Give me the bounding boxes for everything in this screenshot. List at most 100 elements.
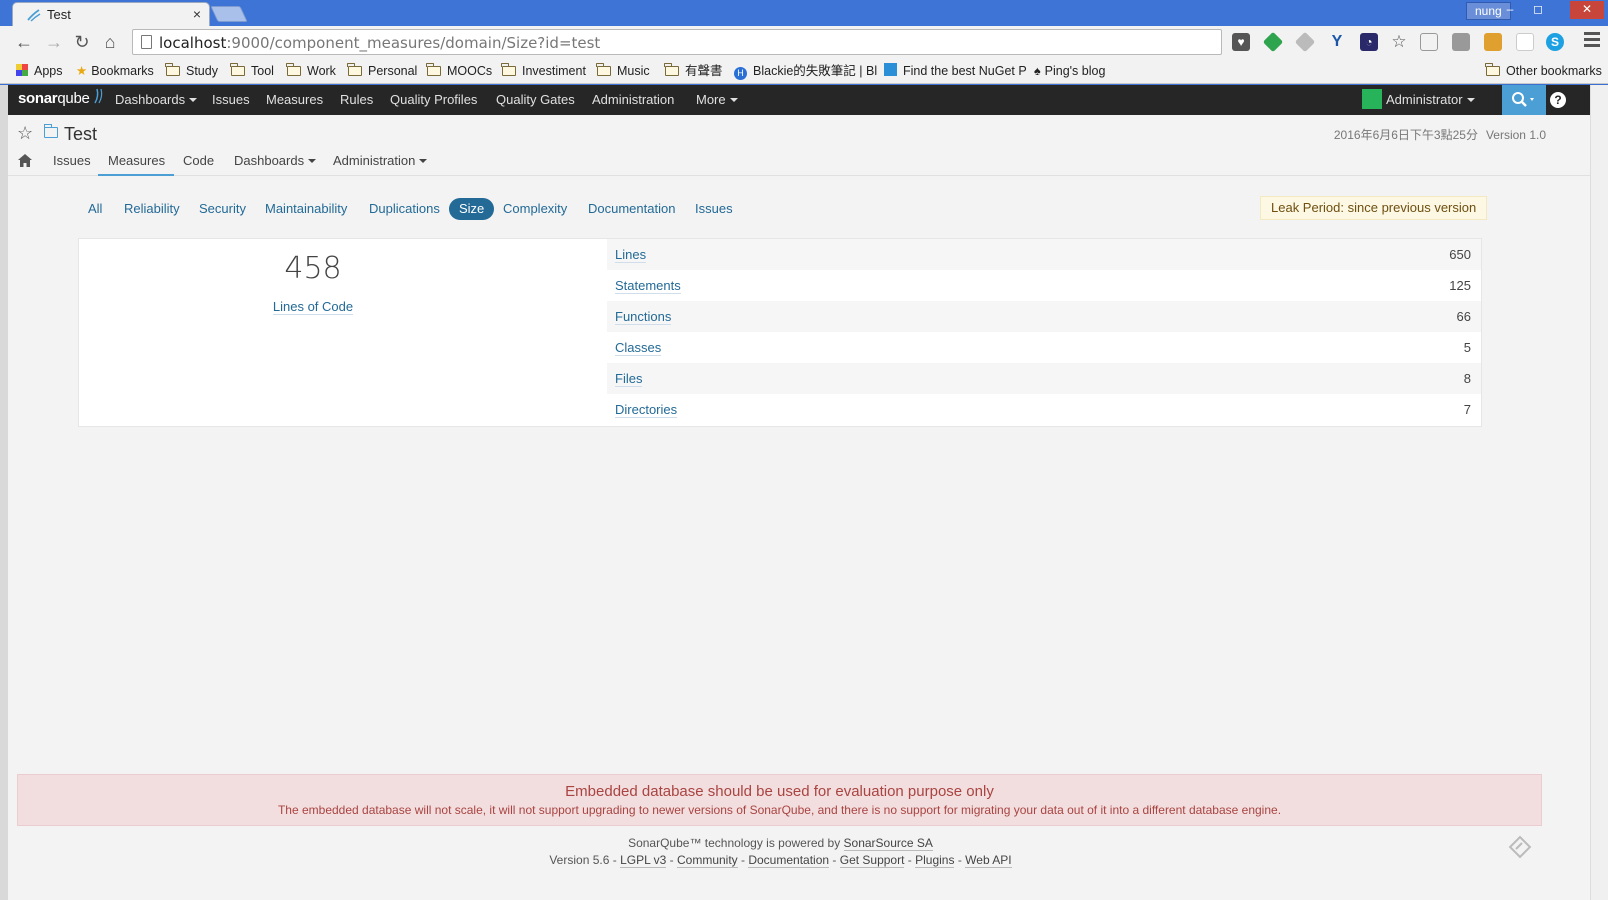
browser-tab[interactable]: Test × — [12, 2, 210, 26]
domain-security[interactable]: Security — [199, 198, 246, 220]
bookmark-folder-investiment[interactable]: Investiment — [501, 62, 586, 80]
nav-rules[interactable]: Rules — [340, 92, 373, 107]
footer-link-license[interactable]: LGPL v3 — [620, 853, 667, 868]
nav-quality-gates[interactable]: Quality Gates — [496, 92, 575, 107]
domain-documentation[interactable]: Documentation — [588, 198, 675, 220]
measure-label-statements[interactable]: Statements — [615, 270, 681, 301]
sonarsource-link[interactable]: SonarSource SA — [843, 836, 933, 851]
bookmark-folder-personal[interactable]: Personal — [347, 62, 417, 80]
reader-icon[interactable] — [1452, 33, 1470, 51]
tab-dashboards[interactable]: Dashboards — [234, 153, 317, 168]
sonarqube-favicon-icon — [27, 9, 41, 22]
close-window-icon[interactable]: ✕ — [1570, 1, 1604, 19]
tab-code[interactable]: Code — [183, 153, 214, 168]
sonarqube-global-nav: sonarqube Dashboards Issues Measures Rul… — [8, 85, 1590, 115]
bookmark-apps[interactable]: Apps — [16, 62, 63, 80]
measure-row-functions: Functions 66 — [607, 301, 1481, 332]
home-icon[interactable] — [18, 154, 32, 167]
back-arrow-icon[interactable]: ← — [12, 30, 36, 54]
bookmark-star-icon[interactable]: ☆ — [1390, 33, 1408, 51]
tab-measures[interactable]: Measures — [98, 153, 175, 176]
domain-reliability[interactable]: Reliability — [124, 198, 180, 220]
warning-text: The embedded database will not scale, it… — [277, 803, 1282, 817]
measure-label-classes[interactable]: Classes — [615, 332, 662, 363]
ymail-icon[interactable]: Y — [1328, 33, 1346, 51]
nav-measures[interactable]: Measures — [266, 92, 323, 107]
nav-issues[interactable]: Issues — [212, 92, 250, 107]
bookmark-folder-audiobooks[interactable]: 有聲書 — [664, 62, 723, 80]
extension-diamond-icon[interactable] — [1294, 31, 1316, 53]
user-menu[interactable]: Administrator — [1362, 89, 1475, 111]
minimize-icon[interactable]: – — [1498, 1, 1522, 19]
domain-duplications[interactable]: Duplications — [369, 198, 440, 220]
measure-row-statements: Statements 125 — [607, 270, 1481, 301]
domain-all[interactable]: All — [88, 198, 102, 220]
nav-dashboards[interactable]: Dashboards — [115, 92, 198, 107]
favorite-star-icon[interactable]: ☆ — [17, 123, 33, 144]
tab-title: Test — [47, 7, 71, 22]
bookmark-folder-work[interactable]: Work — [286, 62, 336, 80]
tab-administration[interactable]: Administration — [333, 153, 428, 168]
chrome-menu-icon[interactable] — [1584, 32, 1600, 50]
measure-value-classes: 5 — [1463, 340, 1471, 355]
footer-link-support[interactable]: Get Support — [839, 853, 905, 868]
restore-icon[interactable]: ◻ — [1526, 1, 1550, 19]
folder-icon — [165, 63, 180, 76]
domain-maintainability[interactable]: Maintainability — [265, 198, 347, 220]
nav-quality-profiles[interactable]: Quality Profiles — [390, 92, 477, 107]
sonarqube-logo[interactable]: sonarqube — [18, 88, 103, 107]
measure-label-files[interactable]: Files — [615, 363, 643, 394]
domain-size[interactable]: Size — [449, 198, 495, 220]
footer-link-webapi[interactable]: Web API — [965, 853, 1012, 868]
bookmark-pings-blog[interactable]: ♠ Ping's blog — [1034, 62, 1105, 80]
tab-issues[interactable]: Issues — [53, 153, 91, 168]
round-extension-icon[interactable] — [1516, 33, 1534, 51]
folder-icon — [596, 63, 611, 76]
window-left-border — [0, 85, 8, 900]
lines-of-code-link[interactable]: Lines of Code — [79, 299, 547, 315]
vertical-scrollbar[interactable] — [1590, 85, 1608, 900]
folder-icon — [347, 63, 362, 76]
reload-icon[interactable]: ↻ — [70, 30, 94, 54]
measure-label-lines[interactable]: Lines — [615, 239, 647, 270]
feedly-icon[interactable] — [1262, 31, 1284, 53]
caret-down-icon — [1466, 98, 1475, 102]
fox-extension-icon[interactable] — [1484, 33, 1502, 51]
address-bar[interactable]: localhost:9000/component_measures/domain… — [132, 29, 1222, 55]
measure-label-functions[interactable]: Functions — [615, 301, 672, 332]
sonarqube-watermark-icon — [1508, 835, 1532, 859]
speedometer-icon[interactable]: ◔ — [1360, 33, 1378, 51]
tab-close-icon[interactable]: × — [193, 6, 201, 22]
nav-administration[interactable]: Administration — [592, 92, 674, 107]
bookmark-folder-music[interactable]: Music — [596, 62, 650, 80]
skype-icon[interactable]: S — [1546, 33, 1564, 51]
bookmark-folder-tool[interactable]: Tool — [230, 62, 274, 80]
project-title[interactable]: Test — [64, 124, 97, 145]
domain-complexity[interactable]: Complexity — [503, 198, 567, 220]
embedded-db-warning: Embedded database should be used for eva… — [17, 774, 1542, 826]
pocket-icon[interactable]: ♥ — [1232, 33, 1250, 51]
footer-link-community[interactable]: Community — [676, 853, 738, 868]
footer-link-plugins[interactable]: Plugins — [915, 853, 955, 868]
bookmark-folder-moocs[interactable]: MOOCs — [426, 62, 492, 80]
sonarqube-waves-icon — [94, 88, 103, 104]
new-tab-button[interactable] — [210, 6, 248, 22]
bookmark-blackie-blog[interactable]: H Blackie的失敗筆記 | Bl — [734, 62, 877, 80]
analysis-meta: 2016年6月6日下午3點25分 Version 1.0 — [1326, 126, 1546, 143]
footer-powered-by: SonarQube™ technology is powered by Sona… — [628, 836, 933, 851]
home-icon[interactable]: ⌂ — [98, 30, 122, 54]
bookmark-nuget[interactable]: Find the best NuGet P — [884, 62, 1027, 80]
domain-issues[interactable]: Issues — [695, 198, 733, 220]
nav-more[interactable]: More — [696, 92, 738, 107]
lines-of-code-value[interactable]: 458 — [79, 251, 547, 286]
footer-link-documentation[interactable]: Documentation — [748, 853, 830, 868]
measure-label-directories[interactable]: Directories — [615, 394, 678, 425]
bookmark-bookmarks[interactable]: ★ Bookmarks — [76, 62, 154, 80]
help-icon[interactable]: ? — [1550, 92, 1566, 108]
bookmark-other[interactable]: Other bookmarks — [1485, 62, 1602, 80]
url-text[interactable]: localhost:9000/component_measures/domain… — [159, 34, 600, 52]
forward-arrow-icon[interactable]: → — [42, 30, 66, 54]
copy-icon[interactable] — [1420, 33, 1438, 51]
bookmark-folder-study[interactable]: Study — [165, 62, 218, 80]
search-button[interactable] — [1502, 85, 1546, 115]
